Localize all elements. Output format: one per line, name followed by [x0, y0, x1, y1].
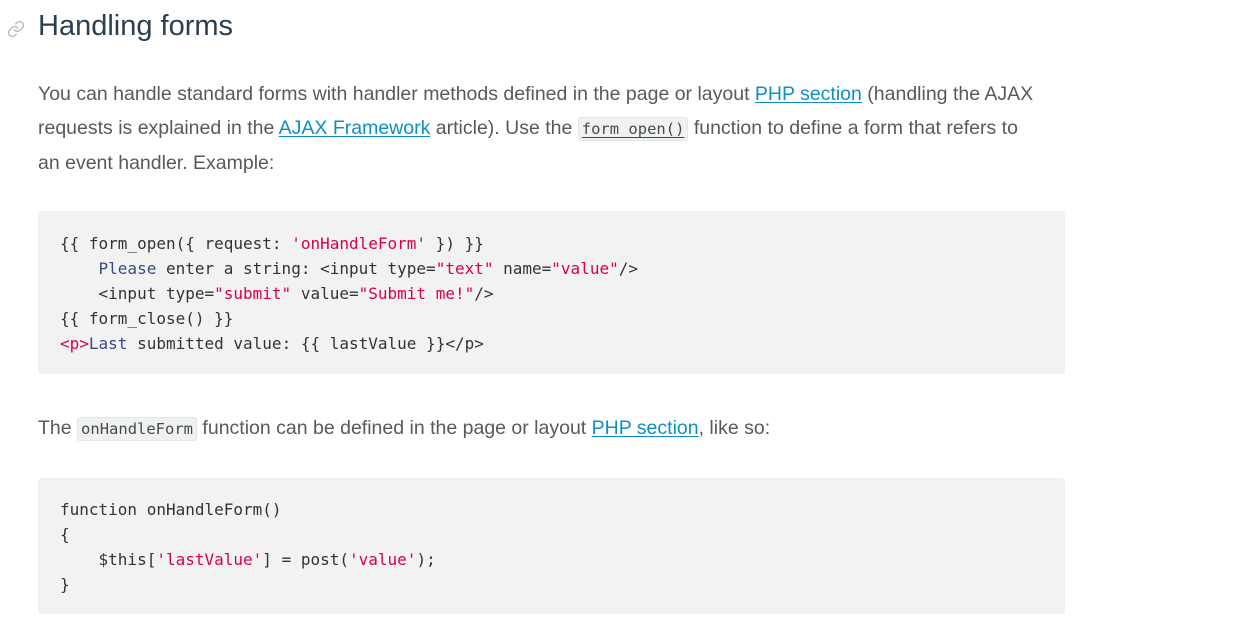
php-section-link[interactable]: PHP section	[755, 83, 862, 105]
code-line: {{ form_close() }}	[60, 309, 233, 328]
code-token: 'onHandleForm'	[291, 234, 427, 253]
code-line: <p>Last submitted value: {{ lastValue }}…	[60, 334, 484, 353]
intro-line-1: You can handle standard forms with handl…	[38, 83, 1034, 105]
code-token: {{ form_open({ request:	[60, 234, 292, 253]
section-title: Handling forms	[38, 10, 234, 42]
php-code-block[interactable]: function onHandleForm() { $this['lastVal…	[38, 478, 1065, 614]
on-handle-form-inline-code: onHandleForm	[77, 417, 198, 441]
code-line: <input type="submit" value="Submit me!"/…	[60, 284, 494, 303]
code-token: "text"	[435, 259, 494, 278]
code-token: }) }}	[426, 234, 484, 253]
intro-line-3: an event handler. Example:	[38, 152, 275, 174]
code-line: function onHandleForm()	[60, 500, 282, 519]
code-line: {{ form_open({ request: 'onHandleForm' }…	[60, 234, 484, 253]
code-token: enter a string: <input type=	[156, 259, 436, 278]
intro-paragraph: You can handle standard forms with handl…	[38, 77, 1078, 180]
code-token: ] = post(	[262, 550, 349, 569]
ajax-framework-link[interactable]: AJAX Framework	[279, 117, 431, 139]
code-token: 'value'	[349, 550, 417, 569]
code-token: submitted value: {{ lastValue }}</p>	[127, 334, 484, 353]
code-token: "value"	[551, 259, 619, 278]
code-token: <input type=	[60, 284, 215, 303]
code-token: function onHandleForm()	[60, 500, 282, 519]
code-token: );	[416, 550, 436, 569]
code-token: $this[	[60, 550, 157, 569]
code-line: Please enter a string: <input type="text…	[60, 259, 638, 278]
twig-code-block[interactable]: {{ form_open({ request: 'onHandleForm' }…	[38, 211, 1065, 374]
code-token: Last	[88, 334, 128, 353]
code-token: "submit"	[214, 284, 292, 303]
handler-paragraph: The onHandleForm function can be defined…	[38, 417, 771, 441]
code-token: Please	[98, 259, 157, 278]
link-icon[interactable]	[7, 20, 25, 38]
code-line: $this['lastValue'] = post('value');	[60, 550, 436, 569]
intro-line-2: requests is explained in the AJAX Framew…	[38, 117, 1018, 141]
form-open-inline-code[interactable]: form_open()	[577, 117, 689, 141]
php-code: function onHandleForm() { $this['lastVal…	[60, 497, 1043, 597]
code-token: {{ form_close() }}	[60, 309, 234, 328]
code-token: />	[474, 284, 494, 303]
code-token: value=	[291, 284, 359, 303]
php-section-link-2[interactable]: PHP section	[592, 417, 699, 439]
code-token: name=	[493, 259, 552, 278]
code-token: {	[60, 525, 70, 544]
code-token: "Submit me!"	[358, 284, 475, 303]
code-token: />	[618, 259, 638, 278]
code-line: {	[60, 525, 70, 544]
code-token: <p>	[60, 334, 89, 353]
twig-code: {{ form_open({ request: 'onHandleForm' }…	[60, 231, 1043, 356]
code-token: }	[60, 575, 70, 594]
code-line: }	[60, 575, 70, 594]
code-token: 'lastValue'	[156, 550, 263, 569]
